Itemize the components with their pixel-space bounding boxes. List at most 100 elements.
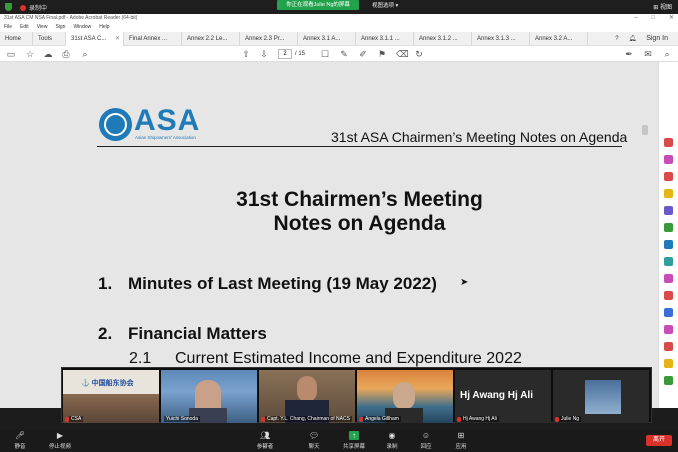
star-icon[interactable]: ☆ — [25, 49, 35, 59]
view-button-label: 视图 — [659, 5, 672, 11]
delete-icon[interactable]: ⌫ — [396, 49, 409, 59]
tab-label: Annex 3.1 A... — [303, 36, 341, 42]
participant-tile[interactable]: ⚓ 中国船东协会 CSA — [63, 370, 159, 423]
organize-icon[interactable] — [664, 223, 673, 232]
scan-icon[interactable] — [664, 240, 673, 249]
tab-label: Annex 3.2 A... — [535, 36, 573, 42]
record-icon: ◉ — [388, 431, 396, 440]
tab-document[interactable]: Annex 3.1.2 ... — [414, 32, 472, 46]
page-header: 31st ASA Chairmen’s Meeting Notes on Age… — [331, 129, 628, 145]
compress-icon[interactable] — [664, 308, 673, 317]
save-icon[interactable]: ▭ — [6, 49, 16, 59]
print-production-icon[interactable] — [664, 359, 673, 368]
tab-tools[interactable]: Tools — [33, 32, 66, 46]
pen-icon[interactable]: ✎ — [339, 49, 349, 59]
menu-view[interactable]: View — [37, 23, 48, 32]
microphone-icon: 🎤︎ — [15, 431, 26, 440]
stamp-icon[interactable]: ⚑ — [377, 49, 387, 59]
protect-icon[interactable] — [664, 257, 673, 266]
upload-icon[interactable]: ☁ — [43, 49, 53, 59]
mail-icon[interactable]: ✉ — [643, 49, 653, 59]
chat-button[interactable]: 💬︎ 聊天 — [294, 431, 334, 450]
scrollbar-thumb[interactable] — [642, 125, 648, 135]
fill-sign-icon[interactable] — [664, 274, 673, 283]
menu-edit[interactable]: Edit — [20, 23, 29, 32]
tab-document[interactable]: Annex 2.2 Le... — [182, 32, 240, 46]
participant-tile[interactable]: Julie Ng — [553, 370, 649, 423]
participant-name: Yuichi Sonoda — [164, 416, 200, 422]
zoom-control-bar: 🎤︎ 静音 ▶ 停止视频 👥︎17 参会者 💬︎ 聊天 ↑ 共享屏幕 ◉ 录制 … — [0, 429, 678, 452]
tab-document-active[interactable]: 31st ASA C... ✕ — [66, 32, 124, 46]
tab-label: Tools — [38, 36, 53, 42]
mute-button[interactable]: 🎤︎ 静音 — [0, 431, 40, 450]
participant-tile[interactable]: Angela Gillham — [357, 370, 453, 423]
header-divider — [97, 146, 622, 147]
agenda-item-number: 2. — [98, 324, 113, 343]
tab-document[interactable]: Annex 3.1.1 ... — [356, 32, 414, 46]
agenda-item-1: 1. Minutes of Last Meeting (19 May 2022) — [98, 274, 437, 294]
help-icon[interactable]: ? — [615, 32, 618, 46]
menu-window[interactable]: Window — [73, 23, 91, 32]
apps-icon: ⊞ — [457, 431, 465, 440]
maximize-icon[interactable]: □ — [651, 14, 655, 23]
tab-document[interactable]: Final Annex ... — [124, 32, 182, 46]
edit-pdf-icon[interactable] — [664, 172, 673, 181]
tab-label: Annex 3.1.3 ... — [477, 36, 516, 42]
tab-label: Annex 3.1.2 ... — [419, 36, 458, 42]
tab-document[interactable]: Annex 3.2 A... — [530, 32, 588, 46]
participant-gallery: ⚓ 中国船东协会 CSA Yuichi Sonoda Capt. Y.L. Ch… — [61, 367, 652, 423]
page-number-input[interactable]: 2 — [278, 49, 292, 59]
participant-tile[interactable]: Hj Awang Hj Ali Hj Awang Hj Ali — [455, 370, 551, 423]
comment-icon[interactable]: ☐ — [320, 49, 330, 59]
leave-button[interactable]: 离开 — [646, 435, 672, 446]
menu-help[interactable]: Help — [99, 23, 109, 32]
recording-indicator[interactable]: 录制中 — [20, 3, 47, 12]
bell-icon[interactable]: 🔔︎ — [629, 32, 637, 46]
combine-icon[interactable] — [664, 206, 673, 215]
zoom-top-bar: 录制中 你正在观看Julie Ng的屏幕 视图选项 ▾ ⊞ 视图 — [0, 0, 678, 14]
tab-document[interactable]: Annex 3.1 A... — [298, 32, 356, 46]
participant-tile[interactable]: Yuichi Sonoda — [161, 370, 257, 423]
tab-label: Final Annex ... — [129, 36, 168, 42]
document-title-line2: Notes on Agenda — [273, 212, 446, 235]
arrow-up-icon[interactable]: ⇧ — [241, 49, 251, 59]
tab-label: 31st ASA C... — [71, 36, 107, 42]
highlight-icon[interactable]: ✐ — [358, 49, 368, 59]
view-button[interactable]: ⊞ 视图 — [653, 2, 672, 11]
tab-label: Annex 2.2 Le... — [187, 36, 228, 42]
arrow-down-icon[interactable]: ⇩ — [259, 49, 269, 59]
share-screen-button[interactable]: ↑ 共享屏幕 — [334, 431, 374, 450]
close-tab-icon[interactable]: ✕ — [115, 32, 120, 46]
measure-icon[interactable] — [664, 342, 673, 351]
comment-tool-icon[interactable] — [664, 189, 673, 198]
print-icon[interactable]: ⎙ — [61, 49, 71, 59]
request-signature-icon[interactable] — [664, 325, 673, 334]
tab-document[interactable]: Annex 2.3 Pr... — [240, 32, 298, 46]
document-title-line1: 31st Chairmen’s Meeting — [236, 188, 483, 211]
rotate-icon[interactable]: ↻ — [414, 49, 424, 59]
sign-in-button[interactable]: Sign In — [646, 32, 668, 46]
close-icon[interactable]: ✕ — [669, 14, 674, 23]
apps-button[interactable]: ⊞ 应用 — [441, 431, 481, 450]
participants-button[interactable]: 👥︎17 参会者 — [245, 431, 285, 450]
reactions-label: 回应 — [420, 444, 432, 450]
more-tools-icon[interactable] — [664, 376, 673, 385]
stop-video-button[interactable]: ▶ 停止视频 — [40, 431, 80, 450]
mouse-cursor-icon: ➤ — [460, 277, 469, 288]
menu-sign[interactable]: Sign — [55, 23, 65, 32]
participant-tile[interactable]: Capt. Y.L. Chang, Chairman of NACS — [259, 370, 355, 423]
view-options-menu[interactable]: 视图选项 ▾ — [372, 1, 398, 9]
stop-video-label: 停止视频 — [48, 444, 71, 450]
reactions-button[interactable]: ☺ 回应 — [406, 431, 446, 450]
minimize-icon[interactable]: – — [634, 14, 637, 23]
menu-file[interactable]: File — [4, 23, 12, 32]
create-pdf-icon[interactable] — [664, 155, 673, 164]
search-icon[interactable]: ⌕ — [80, 49, 90, 59]
sign-icon[interactable]: ✒ — [624, 49, 634, 59]
export-pdf-icon[interactable] — [664, 138, 673, 147]
tab-document[interactable]: Annex 3.1.3 ... — [472, 32, 530, 46]
zoom-icon[interactable]: ⌕ — [662, 49, 672, 59]
redact-icon[interactable] — [664, 291, 673, 300]
tab-home[interactable]: Home — [0, 32, 33, 46]
tab-label: Annex 2.3 Pr... — [245, 36, 285, 42]
